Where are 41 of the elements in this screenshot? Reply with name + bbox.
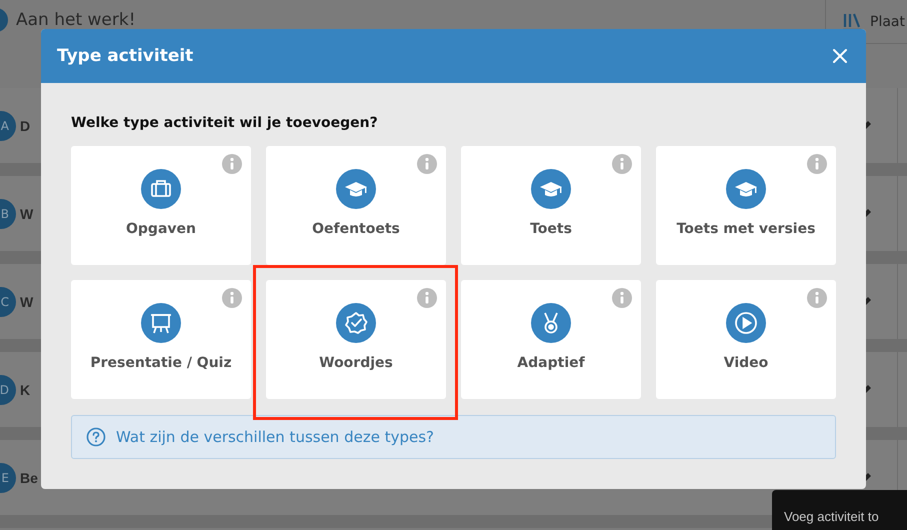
letter-badge: E (0, 462, 16, 492)
activity-type-card[interactable]: Opgaven (71, 146, 251, 265)
activity-type-card[interactable]: Oefentoets (266, 146, 446, 265)
row-title: Be (20, 470, 38, 486)
info-icon[interactable] (807, 288, 827, 308)
activity-type-card[interactable]: Toets met versies (656, 146, 836, 265)
activity-type-card[interactable]: Video (656, 280, 836, 399)
row-title: W (20, 294, 34, 310)
info-icon[interactable] (612, 154, 632, 174)
activity-type-card[interactable]: Toets (461, 146, 641, 265)
activity-type-card[interactable]: Adaptief (461, 280, 641, 399)
close-icon[interactable] (832, 48, 848, 64)
panel-label: Plaat (870, 14, 905, 30)
activity-type-card[interactable]: Woordjes (266, 280, 446, 399)
info-icon[interactable] (222, 154, 242, 174)
help-icon (86, 427, 106, 447)
info-icon[interactable] (807, 154, 827, 174)
dialog-title: Type activiteit (57, 46, 194, 66)
graduation-cap-icon (336, 169, 376, 209)
letter-badge: C (0, 286, 16, 316)
letter-badge: D (0, 374, 16, 404)
easel-icon (141, 303, 181, 343)
info-icon[interactable] (417, 154, 437, 174)
letter-badge: A (0, 110, 16, 140)
row-title: K (20, 382, 30, 398)
row-title: W (20, 206, 34, 222)
graduation-cap-icon (726, 169, 766, 209)
page-title: Aan het werk! (16, 9, 136, 32)
info-icon[interactable] (222, 288, 242, 308)
briefcase-icon (141, 169, 181, 209)
info-icon[interactable] (612, 288, 632, 308)
check-badge-icon (336, 303, 376, 343)
medal-icon (531, 303, 571, 343)
activity-type-card[interactable]: Presentatie / Quiz (71, 280, 251, 399)
graduation-cap-icon (531, 169, 571, 209)
tooltip: Voeg activiteit to (772, 490, 907, 530)
row-title: D (20, 118, 30, 134)
question-text: Welke type activiteit wil je toevoegen? (71, 115, 379, 131)
info-icon[interactable] (417, 288, 437, 308)
play-icon (726, 303, 766, 343)
letter-badge: B (0, 198, 16, 228)
